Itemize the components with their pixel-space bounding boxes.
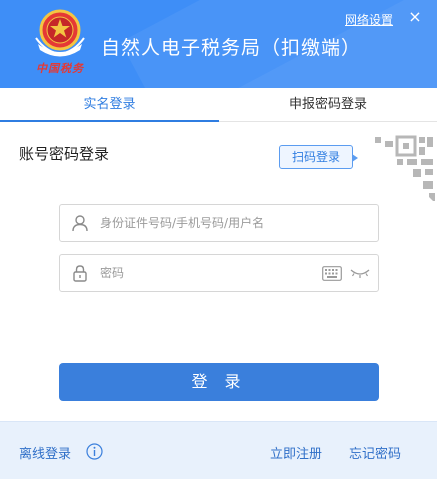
password-field [59, 254, 379, 292]
tab-declaration-password-login[interactable]: 申报密码登录 [219, 88, 437, 122]
username-input[interactable] [100, 205, 370, 241]
scan-login-button[interactable]: 扫码登录 [279, 145, 358, 169]
tab-real-name-login[interactable]: 实名登录 [0, 88, 219, 122]
app-header: 中国税务 自然人电子税务局（扣缴端） 网络设置 × [0, 0, 437, 88]
password-input[interactable] [100, 255, 315, 291]
lock-icon [73, 265, 87, 282]
forgot-password-link[interactable]: 忘记密码 [349, 443, 401, 462]
eye-closed-icon[interactable] [350, 267, 370, 279]
footer-bar: 离线登录 立即注册 忘记密码 [0, 421, 437, 479]
network-settings-link[interactable]: 网络设置 [345, 11, 393, 28]
login-heading: 账号密码登录 [19, 145, 110, 163]
brand-signature: 中国税务 [36, 62, 84, 75]
register-link[interactable]: 立即注册 [270, 443, 322, 462]
user-icon [72, 215, 88, 232]
keyboard-icon[interactable] [322, 266, 342, 281]
offline-login-link[interactable]: 离线登录 [19, 443, 71, 462]
username-field [59, 204, 379, 242]
emblem-icon [35, 9, 85, 57]
info-icon[interactable] [86, 443, 103, 460]
login-tabs: 实名登录 申报密码登录 [0, 88, 437, 122]
login-button[interactable]: 登 录 [59, 363, 379, 401]
app-title: 自然人电子税务局（扣缴端） [101, 37, 362, 59]
close-icon[interactable]: × [406, 8, 424, 26]
qr-code-icon[interactable] [365, 133, 437, 205]
